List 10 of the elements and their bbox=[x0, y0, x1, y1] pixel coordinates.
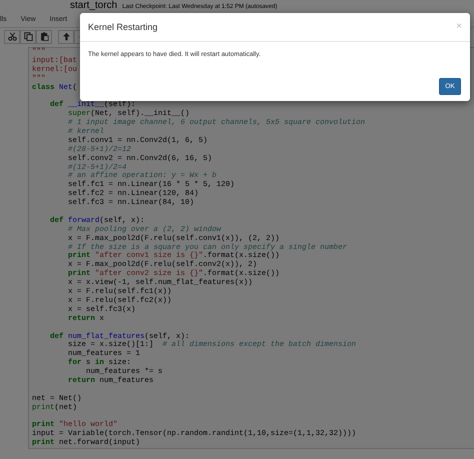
clipboard-button[interactable] bbox=[36, 30, 52, 44]
copy-icon bbox=[24, 32, 32, 41]
scissors-icon bbox=[8, 32, 16, 41]
arrow-up-icon bbox=[62, 32, 70, 41]
arrow-up-button[interactable] bbox=[58, 30, 74, 44]
copy-button[interactable] bbox=[20, 30, 36, 44]
scissors-button[interactable] bbox=[4, 30, 20, 44]
notebook-title[interactable]: start_torch bbox=[70, 0, 118, 12]
clipboard-icon bbox=[40, 32, 48, 41]
dialog-title: Kernel Restarting bbox=[88, 22, 158, 32]
